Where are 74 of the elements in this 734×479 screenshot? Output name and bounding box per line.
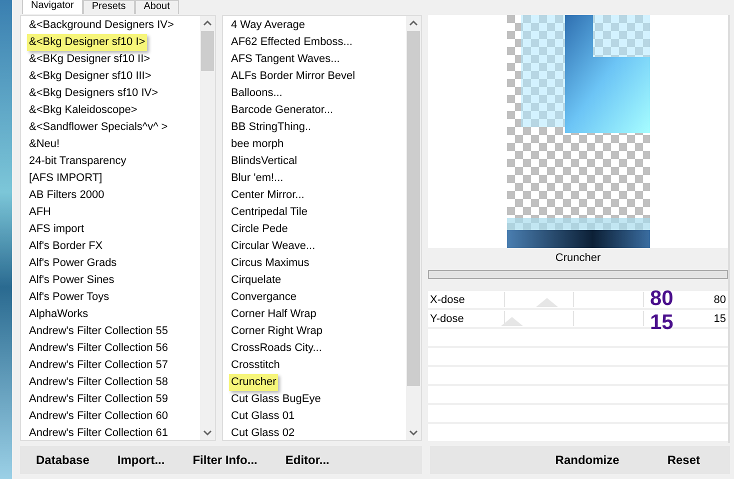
scrollbar[interactable] [406,16,421,440]
slider-thumb[interactable] [501,317,524,326]
slider-thumb[interactable] [536,298,558,307]
list-item[interactable]: Centripedal Tile [229,204,310,221]
dialog-button[interactable]: Database [30,449,96,471]
list-item[interactable]: AFS import [27,221,86,238]
list-item[interactable]: Alf's Power Grads [27,255,119,272]
slider[interactable] [504,292,644,307]
list-item[interactable]: Andrew's Filter Collection 58 [27,374,170,391]
list-item[interactable]: CrossRoads City... [229,340,324,357]
tab[interactable]: Navigator [22,0,83,14]
list-item[interactable]: &<BKg Designer sf10 II> [27,51,152,68]
list-item[interactable]: AF62 Effected Emboss... [229,34,354,51]
list-item[interactable]: Cruncher [229,374,278,391]
list-item[interactable]: [AFS IMPORT] [27,170,104,187]
list-item[interactable]: &<Bkg Kaleidoscope> [27,102,140,119]
list-item[interactable]: Convergance [229,289,298,306]
list-item[interactable]: BB StringThing.. [229,119,314,136]
list-item[interactable]: AFH [27,204,53,221]
tab[interactable]: About [134,0,179,14]
list-item[interactable]: Alf's Power Toys [27,289,112,306]
list-item[interactable]: AlphaWorks [27,306,90,323]
list-item[interactable]: Circus Maximus [229,255,312,272]
list-item[interactable]: &<Bkg Designers sf10 IV> [27,85,160,102]
dialog-button[interactable]: Filter Info... [186,449,264,471]
tab[interactable]: Presets [82,0,135,14]
list-item[interactable]: BlindsVertical [229,153,300,170]
list-item[interactable]: Center Mirror... [229,187,306,204]
dialog-button[interactable]: Reset [661,449,706,471]
list-item[interactable]: bee morph [229,136,286,153]
list-item[interactable]: Andrew's Filter Collection 59 [27,391,170,408]
parameter-value: 15 [712,312,727,324]
list-item[interactable]: Andrew's Filter Collection 57 [27,357,170,374]
list-item[interactable]: Cut Glass BugEye [229,391,323,408]
list-item[interactable]: Circle Pede [229,221,290,238]
list-item[interactable]: &Neu! [27,136,62,153]
list-item[interactable]: 4 Way Average [229,17,307,34]
list-item[interactable]: Andrew's Filter Collection 56 [27,340,170,357]
list-item[interactable]: &<Bkg Designer sf10 III> [27,68,154,85]
list-item[interactable]: Andrew's Filter Collection 61 [27,425,170,440]
list-item[interactable]: Alf's Power Sines [27,272,116,289]
dialog-button[interactable]: Editor... [279,449,336,471]
value-annotation: 15 [650,312,674,333]
list-item[interactable]: &<Background Designers IV> [27,17,176,34]
list-item[interactable]: Blur 'em!... [229,170,286,187]
list-item[interactable]: AB Filters 2000 [27,187,106,204]
list-item[interactable]: Balloons... [229,85,284,102]
parameter-label: Y-dose [429,312,465,324]
dialog-button[interactable]: Randomize [549,449,626,471]
list-item[interactable]: Corner Right Wrap [229,323,324,340]
list-item[interactable]: Andrew's Filter Collection 55 [27,323,170,340]
list-item[interactable]: Cut Glass 01 [229,408,297,425]
scrollbar[interactable] [200,16,215,440]
list-item[interactable]: Alf's Border FX [27,238,105,255]
list-item[interactable]: Corner Half Wrap [229,306,318,323]
scrollbar-thumb[interactable] [407,31,420,386]
list-item[interactable]: Cirquelate [229,272,284,289]
filter-name: Cruncher [554,251,602,266]
list-item[interactable]: Crosstitch [229,357,282,374]
list-item[interactable]: Cut Glass 02 [229,425,297,440]
value-annotation: 80 [650,288,674,309]
list-item[interactable]: &<Bkg Designer sf10 I> [27,34,148,51]
list-item[interactable]: AFS Tangent Waves... [229,51,342,68]
list-item[interactable]: ALFs Border Mirror Bevel [229,68,358,85]
list-item[interactable]: 24-bit Transparency [27,153,128,170]
list-item[interactable]: Circular Weave... [229,238,318,255]
parameter-label: X-dose [429,294,466,306]
list-item[interactable]: Andrew's Filter Collection 60 [27,408,170,425]
list-item[interactable]: Barcode Generator... [229,102,336,119]
list-item[interactable]: &<Sandflower Specials^v^ > [27,119,170,136]
parameter-value: 80 [712,294,727,306]
dialog-button[interactable]: Import... [111,449,171,471]
scrollbar-thumb[interactable] [201,31,214,71]
slider[interactable] [504,311,644,326]
